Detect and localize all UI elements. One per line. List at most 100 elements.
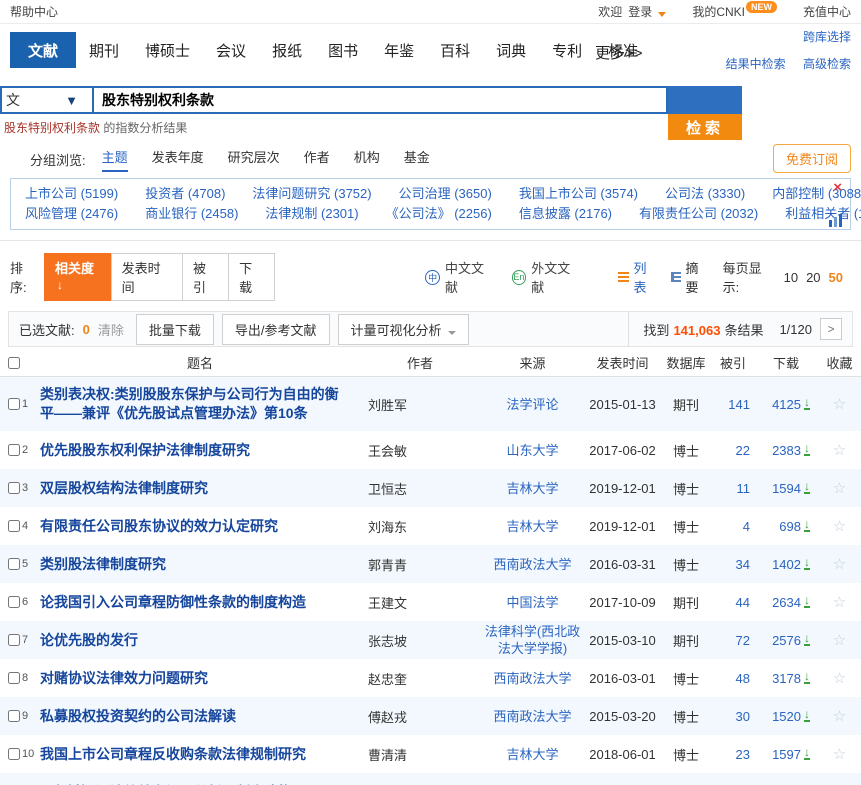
- download-icon[interactable]: ↓: [804, 520, 810, 532]
- cited-count-link[interactable]: 4: [743, 519, 750, 534]
- download-count-link[interactable]: 2576: [772, 633, 801, 648]
- index-analysis-link[interactable]: 股东特别权利条款 的指数分析结果: [4, 119, 187, 136]
- nav-tab[interactable]: 报纸: [259, 32, 315, 68]
- search-in-results-link[interactable]: 结果中检索: [726, 57, 786, 71]
- result-title-link[interactable]: 优先股股东权利保护法律制度研究: [40, 442, 250, 458]
- author-link[interactable]: 刘海东: [368, 520, 407, 535]
- download-count-link[interactable]: 2634: [772, 595, 801, 610]
- row-checkbox[interactable]: [8, 398, 20, 410]
- per-page-option[interactable]: 50: [829, 270, 843, 285]
- favorite-star-icon[interactable]: ☆: [833, 480, 846, 497]
- per-page-option[interactable]: 20: [806, 270, 820, 285]
- clear-selection-link[interactable]: 清除: [98, 320, 124, 339]
- source-link[interactable]: 法律科学(西北政法大学学报): [485, 624, 580, 656]
- visual-analysis-button[interactable]: 计量可视化分析: [338, 314, 469, 345]
- cited-count-link[interactable]: 30: [736, 709, 750, 724]
- close-icon[interactable]: ×: [833, 179, 842, 196]
- cited-count-link[interactable]: 22: [736, 443, 750, 458]
- source-link[interactable]: 西南政法大学: [493, 709, 571, 724]
- row-checkbox[interactable]: [8, 558, 20, 570]
- download-count-link[interactable]: 4125: [772, 397, 801, 412]
- recharge-center-link[interactable]: 充值中心: [803, 3, 851, 20]
- download-count-link[interactable]: 1402: [772, 557, 801, 572]
- nav-tab[interactable]: 博硕士: [132, 32, 203, 68]
- foreign-literature-toggle[interactable]: En 外文文献: [512, 258, 582, 296]
- cited-count-link[interactable]: 141: [728, 397, 750, 412]
- source-link[interactable]: 山东大学: [506, 443, 558, 458]
- chinese-literature-toggle[interactable]: 中 中文文献: [425, 258, 495, 296]
- author-link[interactable]: 王会敏: [368, 444, 407, 459]
- sort-option-button[interactable]: 下载: [228, 253, 275, 301]
- topic-link[interactable]: 我国上市公司 (3574): [519, 184, 638, 204]
- topic-link[interactable]: 利益相关者 (1668): [785, 204, 861, 224]
- author-link[interactable]: 赵忠奎: [368, 672, 407, 687]
- result-title-link[interactable]: 类别股法律制度研究: [40, 556, 166, 572]
- result-title-link[interactable]: 我国上市公司章程反收购条款法律规制研究: [40, 746, 306, 762]
- row-checkbox[interactable]: [8, 444, 20, 456]
- chart-icon[interactable]: [829, 214, 844, 227]
- sort-option-button[interactable]: 发表时间: [111, 253, 183, 301]
- cross-db-link[interactable]: 跨库选择: [712, 28, 851, 45]
- favorite-star-icon[interactable]: ☆: [833, 556, 846, 573]
- download-icon[interactable]: ↓: [804, 748, 810, 760]
- source-link[interactable]: 西南政法大学: [493, 557, 571, 572]
- export-references-button[interactable]: 导出/参考文献: [222, 314, 330, 345]
- favorite-star-icon[interactable]: ☆: [833, 442, 846, 459]
- result-title-link[interactable]: 类别表决权:类别股股东保护与公司行为自由的衡平——兼评《优先股试点管理办法》第1…: [40, 386, 339, 421]
- select-all-checkbox[interactable]: [8, 357, 20, 369]
- favorite-star-icon[interactable]: ☆: [833, 518, 846, 535]
- search-input[interactable]: [92, 86, 668, 114]
- download-icon[interactable]: ↓: [804, 444, 810, 456]
- nav-tab[interactable]: 词典: [483, 32, 539, 68]
- per-page-option[interactable]: 10: [784, 270, 798, 285]
- sort-option-button[interactable]: 被引: [182, 253, 229, 301]
- download-count-link[interactable]: 698: [779, 519, 801, 534]
- row-checkbox[interactable]: [8, 634, 20, 646]
- row-checkbox[interactable]: [8, 710, 20, 722]
- download-count-link[interactable]: 1520: [772, 709, 801, 724]
- nav-tab[interactable]: 文献: [10, 32, 76, 68]
- advanced-search-link[interactable]: 高级检索: [803, 57, 851, 71]
- favorite-star-icon[interactable]: ☆: [833, 632, 846, 649]
- nav-tab[interactable]: 期刊: [76, 32, 132, 68]
- download-icon[interactable]: ↓: [804, 634, 810, 646]
- result-title-link[interactable]: 私募股权投资契约的公司法解读: [40, 708, 236, 724]
- nav-tab[interactable]: 专利: [539, 32, 595, 68]
- row-checkbox[interactable]: [8, 482, 20, 494]
- topic-link[interactable]: 公司法 (3330): [665, 184, 745, 204]
- topic-link[interactable]: 法律问题研究 (3752): [252, 184, 371, 204]
- search-field-select[interactable]: 文 ▼: [0, 86, 92, 114]
- topic-link[interactable]: 公司治理 (3650): [399, 184, 492, 204]
- sort-option-button[interactable]: 相关度↓: [44, 253, 112, 301]
- login-link[interactable]: 登录: [628, 3, 652, 20]
- group-item[interactable]: 机构: [354, 147, 380, 172]
- source-link[interactable]: 吉林大学: [506, 747, 558, 762]
- cited-count-link[interactable]: 72: [736, 633, 750, 648]
- help-center-link[interactable]: 帮助中心: [10, 3, 58, 20]
- topic-link[interactable]: 投资者 (4708): [145, 184, 225, 204]
- result-title-link[interactable]: 论我国引入公司章程防御性条款的制度构造: [40, 594, 306, 610]
- author-link[interactable]: 王建文: [368, 596, 407, 611]
- favorite-star-icon[interactable]: ☆: [833, 746, 846, 763]
- topic-link[interactable]: 《公司法》 (2256): [386, 204, 492, 224]
- source-link[interactable]: 西南政法大学: [493, 671, 571, 686]
- download-count-link[interactable]: 1597: [772, 747, 801, 762]
- topic-link[interactable]: 上市公司 (5199): [25, 184, 118, 204]
- group-item[interactable]: 发表年度: [152, 147, 204, 172]
- batch-download-button[interactable]: 批量下载: [136, 314, 214, 345]
- topic-link[interactable]: 内部控制 (3088): [772, 184, 861, 204]
- topic-link[interactable]: 有限责任公司 (2032): [639, 204, 758, 224]
- download-icon[interactable]: ↓: [804, 398, 810, 410]
- favorite-star-icon[interactable]: ☆: [833, 670, 846, 687]
- result-title-link[interactable]: 双层股权结构法律制度研究: [40, 480, 208, 496]
- group-item[interactable]: 主题: [102, 147, 128, 172]
- favorite-star-icon[interactable]: ☆: [833, 594, 846, 611]
- nav-tab[interactable]: 年鉴: [371, 32, 427, 68]
- download-icon[interactable]: ↓: [804, 672, 810, 684]
- author-link[interactable]: 曹清清: [368, 748, 407, 763]
- source-link[interactable]: 吉林大学: [506, 481, 558, 496]
- download-count-link[interactable]: 2383: [772, 443, 801, 458]
- nav-tab[interactable]: 会议: [203, 32, 259, 68]
- source-link[interactable]: 中国法学: [506, 595, 558, 610]
- list-view-button[interactable]: 列表: [618, 258, 659, 296]
